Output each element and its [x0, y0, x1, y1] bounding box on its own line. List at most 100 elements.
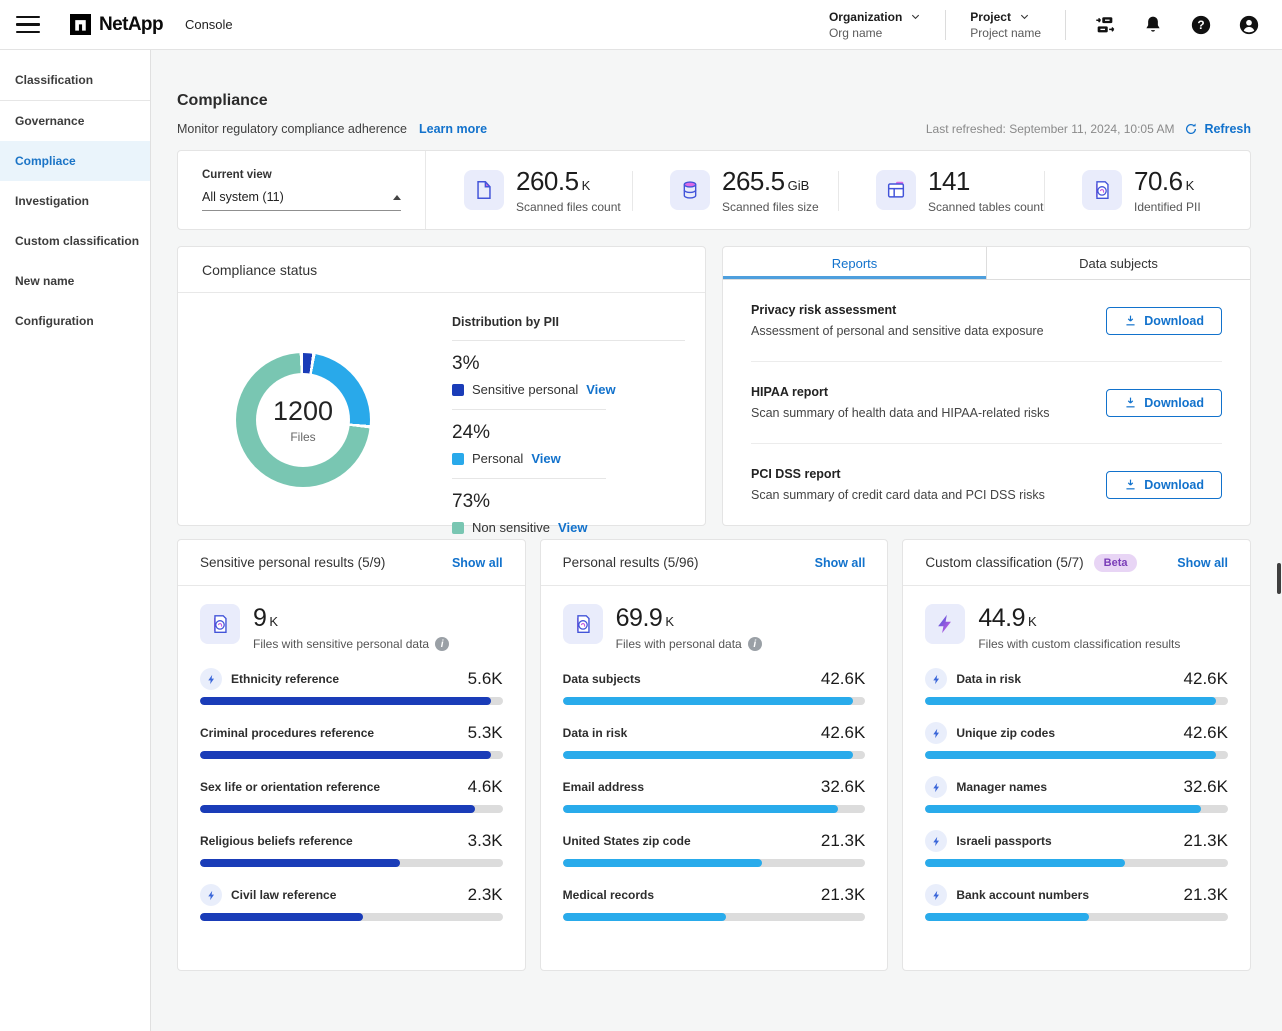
result-item-label: Data in risk	[563, 726, 628, 740]
view-sensitive-personal-link[interactable]: View	[586, 382, 615, 397]
result-item-value: 5.6K	[468, 669, 503, 689]
download-privacy-risk-button[interactable]: Download	[1106, 307, 1222, 335]
menu-icon[interactable]	[16, 13, 40, 37]
result-item-value: 3.3K	[468, 831, 503, 851]
total-unit: K	[269, 614, 278, 629]
project-value: Project name	[970, 26, 1041, 40]
show-all-sensitive-link[interactable]: Show all	[452, 556, 503, 570]
pii-distribution-donut-chart: 1200 Files	[236, 353, 370, 487]
refresh-button[interactable]: Refresh	[1184, 122, 1251, 136]
legend-swatch-personal	[452, 453, 464, 465]
donut-total-label: Files	[290, 430, 315, 444]
download-pci-dss-button[interactable]: Download	[1106, 471, 1222, 499]
show-all-custom-link[interactable]: Show all	[1177, 556, 1228, 570]
lightning-icon	[925, 604, 965, 644]
result-item-bar	[925, 805, 1228, 813]
main-content: Compliance Monitor regulatory compliance…	[151, 50, 1282, 1031]
view-personal-link[interactable]: View	[531, 451, 560, 466]
topbar: NetApp Console Organization Org name Pro…	[0, 0, 1282, 50]
info-icon[interactable]: i	[435, 637, 449, 651]
result-item-value: 2.3K	[468, 885, 503, 905]
sidebar-item-new-name[interactable]: New name	[0, 261, 150, 301]
sidebar-item-compliance[interactable]: Compliace	[0, 141, 150, 181]
result-item: Israeli passports 21.3K	[925, 830, 1228, 867]
beta-badge: Beta	[1094, 554, 1138, 572]
refresh-icon	[1184, 122, 1198, 136]
result-item-bar	[563, 805, 866, 813]
current-view-select[interactable]: All system (11)	[202, 190, 401, 211]
result-item-value: 32.6K	[821, 777, 865, 797]
result-item-label: Bank account numbers	[956, 888, 1089, 902]
result-item-bar	[563, 859, 866, 867]
sidebar-item-investigation[interactable]: Investigation	[0, 181, 150, 221]
result-item-value: 21.3K	[1184, 831, 1228, 851]
learn-more-link[interactable]: Learn more	[419, 122, 487, 136]
stat-value: 141	[928, 166, 970, 196]
report-description: Assessment of personal and sensitive dat…	[751, 324, 1044, 338]
sidebar-item-classification[interactable]: Classification	[0, 60, 150, 100]
project-selector[interactable]: Project Project name	[946, 10, 1065, 40]
report-title: PCI DSS report	[751, 467, 1045, 481]
result-item-value: 4.6K	[468, 777, 503, 797]
stat-unit: K	[1186, 178, 1195, 193]
tab-data-subjects[interactable]: Data subjects	[986, 247, 1250, 279]
card-title: Custom classification (5/7)	[925, 555, 1083, 570]
legend-swatch-sensitive-personal	[452, 384, 464, 396]
account-icon[interactable]	[1238, 14, 1260, 36]
total-value: 69.9	[616, 604, 663, 632]
vertical-scrollbar[interactable]	[1277, 563, 1281, 594]
result-item-value: 21.3K	[821, 831, 865, 851]
show-all-personal-link[interactable]: Show all	[815, 556, 866, 570]
total-label: Files with custom classification results	[978, 637, 1180, 651]
result-item-label: Manager names	[956, 780, 1047, 794]
result-item-bar	[925, 859, 1228, 867]
result-item: Sex life or orientation reference 4.6K	[200, 776, 503, 813]
result-item-label: Ethnicity reference	[231, 672, 339, 686]
result-item: Civil law reference 2.3K	[200, 884, 503, 921]
result-item-label: Religious beliefs reference	[200, 834, 353, 848]
result-item-value: 42.6K	[821, 723, 865, 743]
result-item: Medical records 21.3K	[563, 884, 866, 921]
sidebar-item-custom-classification[interactable]: Custom classification	[0, 221, 150, 261]
result-item-bar	[200, 751, 503, 759]
workspace-switcher-icon[interactable]	[1094, 14, 1116, 36]
pii-file-icon	[563, 604, 603, 644]
info-icon[interactable]: i	[748, 637, 762, 651]
stat-value: 260.5	[516, 166, 579, 196]
total-value: 44.9	[978, 604, 1025, 632]
distribution-pct: 73%	[452, 491, 685, 513]
distribution-item-non-sensitive: 73% Non sensitive View	[452, 479, 685, 547]
pii-fingerprint-icon	[1082, 170, 1122, 210]
view-non-sensitive-link[interactable]: View	[558, 520, 587, 535]
result-item: Bank account numbers 21.3K	[925, 884, 1228, 921]
help-icon[interactable]: ?	[1190, 14, 1212, 36]
result-item-label: Sex life or orientation reference	[200, 780, 380, 794]
stat-scanned-files-count: 260.5K Scanned files count	[426, 151, 632, 229]
result-item-label: Civil law reference	[231, 888, 336, 902]
bolt-icon	[200, 884, 222, 906]
report-description: Scan summary of health data and HIPAA-re…	[751, 406, 1050, 420]
chevron-down-icon	[910, 11, 921, 22]
result-item-label: Israeli passports	[956, 834, 1051, 848]
result-item: Ethnicity reference 5.6K	[200, 668, 503, 705]
report-title: Privacy risk assessment	[751, 303, 1044, 317]
stat-label: Scanned tables count	[928, 200, 1043, 214]
result-item: Data in risk 42.6K	[925, 668, 1228, 705]
distribution-pct: 24%	[452, 422, 685, 444]
stat-scanned-tables-count: 141 Scanned tables count	[838, 151, 1044, 229]
download-icon	[1124, 478, 1137, 491]
result-item-label: Medical records	[563, 888, 654, 902]
distribution-title: Distribution by PII	[452, 315, 685, 329]
notifications-icon[interactable]	[1142, 14, 1164, 36]
result-item-value: 21.3K	[1184, 885, 1228, 905]
result-item-value: 42.6K	[1184, 669, 1228, 689]
tab-reports[interactable]: Reports	[723, 247, 986, 279]
download-hipaa-button[interactable]: Download	[1106, 389, 1222, 417]
organization-selector[interactable]: Organization Org name	[805, 10, 945, 40]
report-row-privacy-risk: Privacy risk assessment Assessment of pe…	[751, 280, 1222, 361]
sidebar-item-configuration[interactable]: Configuration	[0, 301, 150, 341]
netapp-logo: NetApp	[70, 14, 163, 36]
result-item-label: Criminal procedures reference	[200, 726, 374, 740]
report-title: HIPAA report	[751, 385, 1050, 399]
sidebar-item-governance[interactable]: Governance	[0, 101, 150, 141]
